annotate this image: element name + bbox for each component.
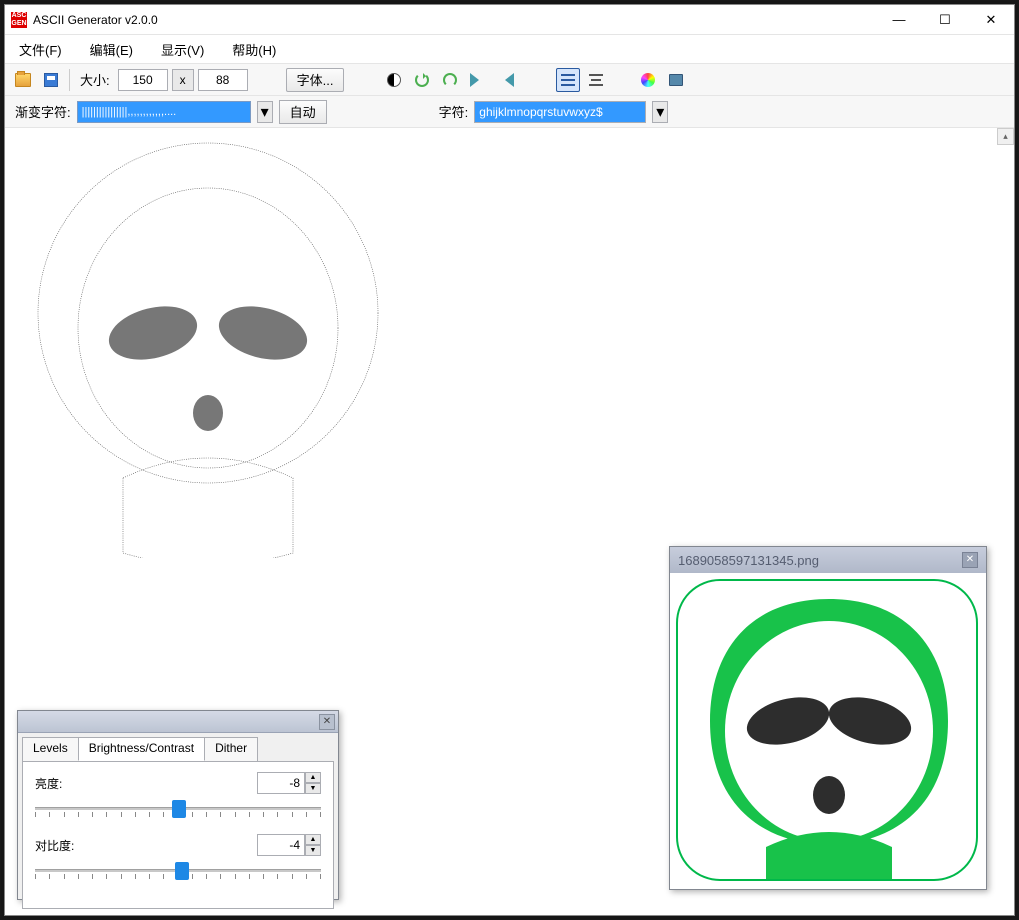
folder-open-icon: [15, 73, 31, 87]
refresh-ccw-icon: [443, 73, 457, 87]
palette-icon: [641, 73, 655, 87]
menu-help[interactable]: 帮助(H): [226, 38, 282, 61]
align-justify-icon: [561, 74, 575, 86]
contrast-button[interactable]: [382, 68, 406, 92]
close-button[interactable]: ✕: [968, 5, 1014, 35]
brightness-label: 亮度:: [35, 775, 257, 792]
titlebar[interactable]: ASCGEN ASCII Generator v2.0.0 — ☐ ✕: [5, 5, 1014, 35]
save-icon: [44, 73, 58, 87]
char-value: ghijklmnopqrstuvwxyz$: [479, 105, 602, 119]
gradient-value: ||||||||||||||||,,,,,,,,,,,,....: [82, 106, 177, 118]
gradient-dropdown[interactable]: ▾: [257, 101, 273, 123]
toolbar-secondary: 渐变字符: ||||||||||||||||,,,,,,,,,,,,.... ▾…: [5, 96, 1014, 128]
size-x-separator: x: [172, 69, 194, 91]
align-text-button[interactable]: [584, 68, 608, 92]
menu-file[interactable]: 文件(F): [13, 38, 68, 61]
maximize-button[interactable]: ☐: [922, 5, 968, 35]
height-input[interactable]: [198, 69, 248, 91]
brightness-down[interactable]: ▼: [305, 783, 321, 794]
color-palette-button[interactable]: [636, 68, 660, 92]
tab-dither[interactable]: Dither: [204, 737, 258, 761]
brightness-slider[interactable]: [35, 798, 321, 822]
triangle-left-icon: [498, 73, 514, 87]
ascii-art-preview: [23, 138, 393, 558]
bc-panel-close-button[interactable]: ✕: [319, 714, 335, 730]
bc-tabs: Levels Brightness/Contrast Dither: [18, 737, 338, 761]
open-button[interactable]: [11, 68, 35, 92]
font-button[interactable]: 字体...: [286, 68, 345, 92]
contrast-input[interactable]: [257, 834, 305, 856]
contrast-slider[interactable]: [35, 860, 321, 884]
tab-brightness-contrast[interactable]: Brightness/Contrast: [78, 737, 205, 761]
source-image-panel[interactable]: 1689058597131345.png ✕: [669, 546, 987, 890]
app-icon: ASCGEN: [11, 12, 27, 28]
source-panel-close-button[interactable]: ✕: [962, 552, 978, 568]
char-dropdown[interactable]: ▾: [652, 101, 668, 123]
separator: [69, 69, 70, 91]
refresh-ccw-button[interactable]: [438, 68, 462, 92]
flip-v-button[interactable]: [494, 68, 518, 92]
toolbar-main: 大小: x 字体...: [5, 63, 1014, 96]
bc-panel-titlebar[interactable]: ✕: [18, 711, 338, 733]
bc-tab-body: 亮度: ▲▼ 对比度: ▲▼: [22, 761, 334, 909]
minimize-button[interactable]: —: [876, 5, 922, 35]
brightness-contrast-panel[interactable]: ✕ Levels Brightness/Contrast Dither 亮度: …: [17, 710, 339, 900]
brightness-up[interactable]: ▲: [305, 772, 321, 783]
menu-edit[interactable]: 编辑(E): [84, 38, 139, 61]
source-image-body: [670, 573, 986, 887]
auto-button[interactable]: 自动: [279, 100, 327, 124]
source-panel-titlebar[interactable]: 1689058597131345.png ✕: [670, 547, 986, 573]
source-image: [676, 579, 978, 881]
scroll-up-icon[interactable]: ▴: [997, 128, 1014, 145]
contrast-label: 对比度:: [35, 837, 257, 854]
align-justify-button[interactable]: [556, 68, 580, 92]
contrast-icon: [387, 73, 401, 87]
brightness-input[interactable]: [257, 772, 305, 794]
source-filename: 1689058597131345.png: [678, 553, 962, 568]
char-input[interactable]: ghijklmnopqrstuvwxyz$: [474, 101, 646, 123]
display-button[interactable]: [664, 68, 688, 92]
window-title: ASCII Generator v2.0.0: [33, 13, 876, 27]
refresh-cw-icon: [415, 73, 429, 87]
save-button[interactable]: [39, 68, 63, 92]
align-lines-icon: [589, 74, 603, 86]
refresh-cw-button[interactable]: [410, 68, 434, 92]
flip-h-button[interactable]: [466, 68, 490, 92]
triangle-right-icon: [470, 73, 486, 87]
menu-view[interactable]: 显示(V): [155, 38, 210, 61]
char-label: 字符:: [439, 102, 469, 121]
monitor-icon: [669, 74, 683, 86]
size-label: 大小:: [80, 70, 110, 89]
tab-levels[interactable]: Levels: [22, 737, 79, 761]
width-input[interactable]: [118, 69, 168, 91]
contrast-down[interactable]: ▼: [305, 845, 321, 856]
gradient-label: 渐变字符:: [15, 102, 71, 121]
menubar: 文件(F) 编辑(E) 显示(V) 帮助(H): [5, 35, 1014, 63]
gradient-combo[interactable]: ||||||||||||||||,,,,,,,,,,,,....: [77, 101, 251, 123]
contrast-up[interactable]: ▲: [305, 834, 321, 845]
